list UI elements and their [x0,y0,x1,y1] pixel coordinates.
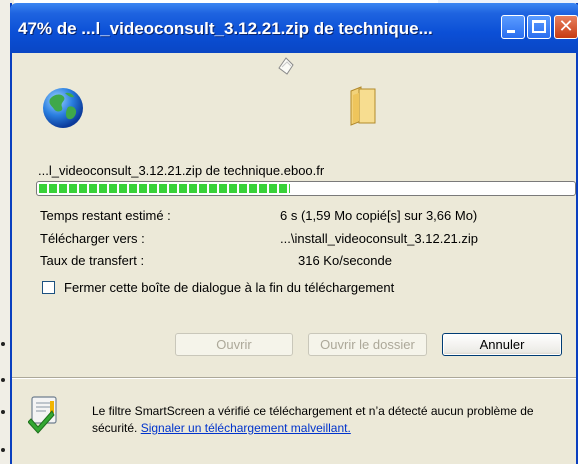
flying-paper-icon [278,57,294,75]
time-remaining-label: Temps restant estimé : [40,208,171,223]
open-button[interactable]: Ouvrir [175,333,293,356]
globe-icon [43,88,83,128]
cancel-button[interactable]: Annuler [442,333,562,356]
close-icon: ✕ [558,16,574,37]
window-title: 47% de ...l_videoconsult_3.12.21.zip de … [18,19,433,38]
destination-label: Télécharger vers : [40,231,145,246]
smartscreen-message: Le filtre SmartScreen a vérifié ce téléc… [92,403,572,437]
open-folder-button[interactable]: Ouvrir le dossier [308,333,427,356]
folder-icon [350,86,376,126]
title-bar[interactable]: 47% de ...l_videoconsult_3.12.21.zip de … [10,3,578,53]
download-source: ...l_videoconsult_3.12.21.zip de techniq… [38,163,325,178]
transfer-rate-label: Taux de transfert : [40,253,145,268]
separator [12,377,576,379]
maximize-icon [532,20,546,33]
download-dialog: 47% de ...l_videoconsult_3.12.21.zip de … [10,3,578,464]
close-button[interactable]: ✕ [554,15,578,39]
time-remaining-value: 6 s (1,59 Mo copié[s] sur 3,66 Mo) [280,208,478,223]
maximize-button[interactable] [527,15,551,39]
dialog-content: ...l_videoconsult_3.12.21.zip de techniq… [12,53,576,464]
transfer-rate-value: 316 Ko/seconde [298,253,392,268]
download-progress-fill [39,184,290,193]
close-on-finish-label[interactable]: Fermer cette boîte de dialogue à la fin … [64,280,394,295]
download-progress-bar [36,181,576,196]
close-on-finish-checkbox[interactable] [42,281,55,294]
minimize-button[interactable] [501,15,525,39]
minimize-icon [507,30,515,33]
report-malicious-download-link[interactable]: Signaler un téléchargement malveillant. [141,421,351,435]
destination-value: ...\install_videoconsult_3.12.21.zip [280,231,479,246]
smartscreen-check-icon [28,396,57,434]
